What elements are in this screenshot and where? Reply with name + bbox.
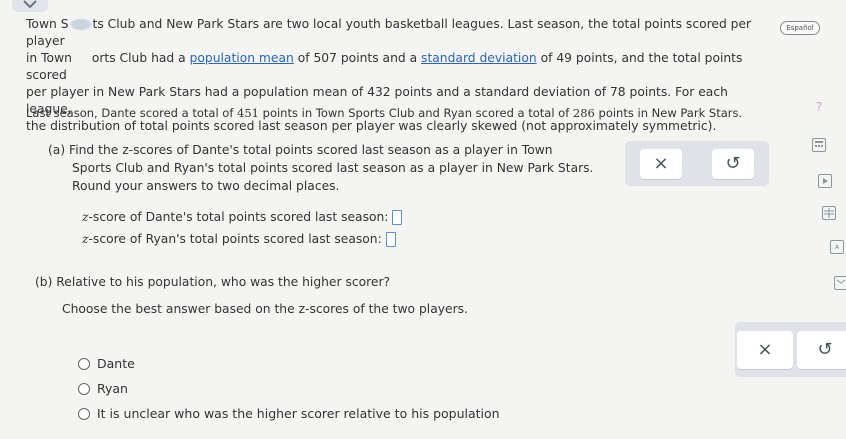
part-b-button-panel: × ↺: [735, 322, 846, 377]
part-a-text: (a) Find the z-scores of Dante's total p…: [48, 143, 553, 157]
radio-button[interactable]: [78, 357, 90, 370]
radio-button[interactable]: [78, 382, 90, 395]
option-dante[interactable]: Dante: [78, 355, 500, 372]
option-unclear[interactable]: It is unclear who was the higher scorer …: [78, 405, 500, 422]
standard-deviation-link[interactable]: standard deviation: [421, 51, 537, 65]
calculator-icon[interactable]: [812, 138, 826, 152]
espanol-button[interactable]: Español: [780, 21, 820, 35]
part-a-button-panel: × ↺: [625, 141, 769, 186]
dante-z-label: -score of Dante's total points scored la…: [88, 210, 389, 224]
cursor-blob: [68, 18, 93, 31]
message-icon[interactable]: [834, 276, 846, 290]
undo-button[interactable]: ↺: [797, 330, 846, 369]
help-icon[interactable]: ?: [812, 100, 826, 114]
intro-text: of 507 points and a: [297, 51, 418, 65]
option-label: It is unclear who was the higher scorer …: [97, 406, 500, 421]
dante-z-row: z-score of Dante's total points scored l…: [82, 206, 403, 228]
statement-text: points in New Park Stars.: [598, 106, 743, 120]
statement-text: Last season, Dante scored a total of: [26, 106, 234, 120]
undo-button[interactable]: ↺: [712, 148, 754, 179]
clear-button[interactable]: ×: [737, 330, 793, 369]
part-b-question: (b) Relative to his population, who was …: [35, 275, 391, 289]
part-a-text: Round your answers to two decimal places…: [72, 179, 340, 193]
ryan-points: 286: [572, 106, 595, 120]
radio-button[interactable]: [78, 407, 90, 420]
ryan-z-label: -score of Ryan's total points scored las…: [88, 232, 382, 246]
option-ryan[interactable]: Ryan: [78, 380, 500, 397]
intro-text: Town S: [26, 17, 69, 31]
intro-text: in Town: [26, 51, 72, 65]
intro-text: the distribution of total points scored …: [26, 119, 717, 133]
option-label: Dante: [97, 356, 135, 371]
clear-button[interactable]: ×: [640, 148, 682, 179]
population-mean-link[interactable]: population mean: [190, 51, 294, 65]
intro-text: ts Club and New Park Stars are two local…: [26, 17, 752, 48]
option-label: Ryan: [97, 381, 128, 396]
dante-points: 451: [237, 106, 259, 120]
glossary-text: A: [834, 244, 840, 251]
chevron-down-icon: [23, 0, 37, 9]
glossary-icon[interactable]: A: [830, 240, 844, 254]
answer-options: Dante Ryan It is unclear who was the hig…: [78, 355, 500, 430]
dante-z-input[interactable]: [392, 209, 403, 225]
intro-text: orts Club had a: [91, 51, 186, 65]
z-score-inputs: z-score of Dante's total points scored l…: [82, 206, 403, 250]
data-table-icon[interactable]: [822, 206, 836, 220]
part-a-question: (a) Find the z-scores of Dante's total p…: [48, 141, 618, 195]
ryan-z-row: z-score of Ryan's total points scored la…: [82, 228, 402, 250]
scores-statement: Last season, Dante scored a total of 451…: [26, 106, 786, 120]
ryan-z-input[interactable]: [385, 231, 396, 247]
question-page: Español Town Sts Club and New Park Stars…: [0, 0, 846, 439]
video-icon[interactable]: [818, 174, 832, 188]
part-a-text: Sports Club and Ryan's total points scor…: [72, 161, 594, 175]
statement-text: points in Town Sports Club and Ryan scor…: [262, 106, 570, 120]
part-b-instruction: Choose the best answer based on the z-sc…: [62, 302, 468, 316]
collapse-tab[interactable]: [12, 0, 48, 12]
